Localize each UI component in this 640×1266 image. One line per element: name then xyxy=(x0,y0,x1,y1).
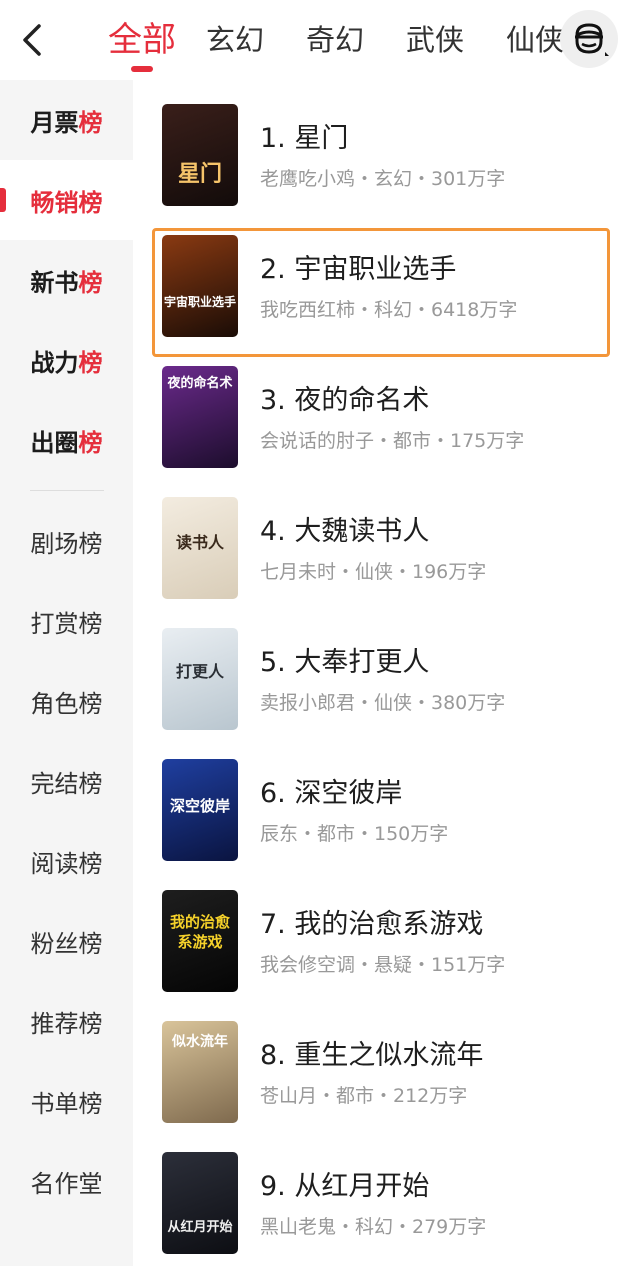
book-title: 3. 夜的命名术 xyxy=(260,385,430,416)
list-item[interactable]: 宇宙职业选手 2. 宇宙职业选手 我吃西红柿・科幻・6418万字 xyxy=(133,228,640,366)
list-item[interactable]: 似水流年 8. 重生之似水流年 苍山月・都市・212万字 xyxy=(133,1021,640,1152)
list-item[interactable]: 夜的命名术 3. 夜的命名术 会说话的肘子・都市・175万字 xyxy=(133,366,640,497)
sidebar-item-fans[interactable]: 粉丝榜 xyxy=(0,901,133,981)
book-meta: 老鹰吃小鸡・玄幻・301万字 xyxy=(260,168,506,190)
sidebar-item-completed[interactable]: 完结榜 xyxy=(0,741,133,821)
cover-title-text: 打更人 xyxy=(175,662,224,681)
back-button[interactable] xyxy=(14,20,50,60)
book-cover: 我的治愈系游戏 xyxy=(162,890,238,992)
book-title: 1. 星门 xyxy=(260,123,349,154)
cover-title-text: 似水流年 xyxy=(172,1034,228,1050)
book-meta: 卖报小郎君・仙侠・380万字 xyxy=(260,692,506,714)
book-meta: 七月未时・仙侠・196万字 xyxy=(260,561,487,583)
book-cover: 读书人 xyxy=(162,497,238,599)
list-item[interactable]: 从红月开始 9. 从红月开始 黑山老鬼・科幻・279万字 xyxy=(133,1152,640,1266)
sidebar-item-new-books[interactable]: 新书榜 xyxy=(0,240,133,320)
cover-title-text: 夜的命名术 xyxy=(167,376,233,391)
list-item[interactable]: 深空彼岸 6. 深空彼岸 辰东・都市・150万字 xyxy=(133,759,640,890)
book-cover: 打更人 xyxy=(162,628,238,730)
book-title: 4. 大魏读书人 xyxy=(260,516,430,547)
sidebar-item-reward[interactable]: 打赏榜 xyxy=(0,581,133,661)
tab-xianxia[interactable]: 仙侠 xyxy=(506,0,564,80)
list-item[interactable]: 星门 1. 星门 老鹰吃小鸡・玄幻・301万字 xyxy=(133,104,640,235)
book-meta: 辰东・都市・150万字 xyxy=(260,823,449,845)
cover-title-text: 从红月开始 xyxy=(167,1220,233,1235)
book-title: 6. 深空彼岸 xyxy=(260,778,403,809)
book-title: 8. 重生之似水流年 xyxy=(260,1040,484,1071)
book-title: 7. 我的治愈系游戏 xyxy=(260,909,484,940)
sidebar-item-monthly-ticket[interactable]: 月票榜 xyxy=(0,80,133,160)
avatar[interactable] xyxy=(560,10,618,68)
sidebar-item-hall-of-fame[interactable]: 名作堂 xyxy=(0,1141,133,1221)
book-cover: 从红月开始 xyxy=(162,1152,238,1254)
sidebar-item-recommend[interactable]: 推荐榜 xyxy=(0,981,133,1061)
book-title: 2. 宇宙职业选手 xyxy=(260,254,457,285)
cover-title-text: 读书人 xyxy=(175,533,224,552)
tab-xuanhuan[interactable]: 玄幻 xyxy=(206,0,264,80)
cover-title-text: 深空彼岸 xyxy=(169,797,230,815)
monkey-avatar-icon xyxy=(575,23,609,56)
book-cover: 星门 xyxy=(162,104,238,206)
sidebar-item-character[interactable]: 角色榜 xyxy=(0,661,133,741)
book-title: 9. 从红月开始 xyxy=(260,1171,430,1202)
sidebar-item-theater[interactable]: 剧场榜 xyxy=(0,501,133,581)
book-meta: 会说话的肘子・都市・175万字 xyxy=(260,430,525,452)
sidebar-divider xyxy=(30,490,104,491)
tab-wuxia[interactable]: 武侠 xyxy=(406,0,464,80)
cover-title-text: 我的治愈系游戏 xyxy=(169,913,230,951)
book-title: 5. 大奉打更人 xyxy=(260,647,430,678)
book-meta: 黑山老鬼・科幻・279万字 xyxy=(260,1216,487,1238)
sidebar-item-power[interactable]: 战力榜 xyxy=(0,320,133,400)
tab-qihuan[interactable]: 奇幻 xyxy=(306,0,364,80)
book-meta: 我会修空调・悬疑・151万字 xyxy=(260,954,506,976)
book-meta: 苍山月・都市・212万字 xyxy=(260,1085,468,1107)
book-cover: 似水流年 xyxy=(162,1021,238,1123)
cover-title-text: 星门 xyxy=(177,161,222,187)
sidebar-item-booklist[interactable]: 书单榜 xyxy=(0,1061,133,1141)
list-item[interactable]: 读书人 4. 大魏读书人 七月未时・仙侠・196万字 xyxy=(133,497,640,628)
book-meta: 我吃西红柿・科幻・6418万字 xyxy=(260,299,518,321)
chevron-left-icon xyxy=(23,24,41,56)
book-cover: 夜的命名术 xyxy=(162,366,238,468)
book-cover: 深空彼岸 xyxy=(162,759,238,861)
ranking-sidebar: 月票榜 畅销榜 新书榜 战力榜 出圈榜 剧场榜 打赏榜 角色榜 完结榜 阅读榜 … xyxy=(0,80,133,1266)
cover-title-text: 宇宙职业选手 xyxy=(163,295,236,309)
list-item[interactable]: 我的治愈系游戏 7. 我的治愈系游戏 我会修空调・悬疑・151万字 xyxy=(133,890,640,1021)
top-header: 全部 玄幻 奇幻 武侠 仙侠 xyxy=(0,0,640,80)
list-item[interactable]: 打更人 5. 大奉打更人 卖报小郎君・仙侠・380万字 xyxy=(133,628,640,759)
tab-all[interactable]: 全部 xyxy=(108,0,176,80)
sidebar-item-bestseller[interactable]: 畅销榜 xyxy=(0,160,133,240)
sidebar-item-reading[interactable]: 阅读榜 xyxy=(0,821,133,901)
book-cover: 宇宙职业选手 xyxy=(162,235,238,337)
category-tabs: 全部 玄幻 奇幻 武侠 仙侠 xyxy=(96,0,606,80)
sidebar-item-breakout[interactable]: 出圈榜 xyxy=(0,400,133,480)
